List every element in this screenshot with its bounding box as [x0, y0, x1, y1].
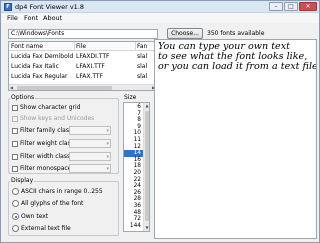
display-group-title: Display [10, 177, 35, 184]
size-list-scrollbar[interactable]: ▲ ▼ [143, 103, 149, 231]
size-list[interactable]: 6 7 8 9 10 11 12 14 16 18 20 22 24 26 28 36 48 72 144 ▲ ▼ [123, 102, 150, 232]
show-grid-checkbox[interactable] [12, 105, 18, 111]
menu-bar: File Font About [1, 13, 319, 23]
font-name-cell: Lucida Fax Regular [11, 73, 68, 80]
app-font-icon: F [4, 3, 12, 11]
menu-font[interactable]: Font [24, 14, 38, 22]
filter-family-label: Filter family class: [20, 127, 75, 134]
font-file-cell: LFAX.TTF [76, 73, 104, 80]
options-group-title: Options [10, 94, 36, 101]
show-keys-label: Show keys and Unicodes [20, 115, 95, 122]
chevron-down-icon: ▾ [106, 154, 109, 160]
radio-external-file-label: External text file [21, 225, 71, 232]
scroll-up-icon[interactable]: ▲ [144, 103, 149, 109]
filter-monospaced-select[interactable]: ▾ [69, 164, 111, 173]
font-list-row[interactable]: Lucida Fax Italic LFAXI.TTF slal [9, 62, 157, 71]
filter-weight-select[interactable]: ▾ [69, 139, 111, 148]
fonts-available-count: 350 fonts available [207, 30, 265, 37]
font-list[interactable]: Font name File Fan Lucida Fax Demibold..… [8, 41, 158, 91]
minimize-button[interactable]: – [269, 2, 283, 11]
font-file-cell: LFAXDI.TTF [76, 53, 110, 60]
window-title: dp4 Font Viewer v1.8 [15, 3, 85, 11]
app-window: F dp4 Font Viewer v1.8 – □ ✕ File Font A… [0, 0, 320, 243]
font-list-row[interactable]: Lucida Fax Regular LFAX.TTF slal [9, 72, 157, 81]
maximize-button[interactable]: □ [284, 2, 298, 11]
menu-file[interactable]: File [7, 14, 18, 22]
font-name-cell: Lucida Fax Demibold... [11, 53, 73, 60]
radio-own-text[interactable] [12, 213, 19, 220]
preview-line: or you can load it from a text file. [158, 61, 317, 72]
radio-ascii-chars-label: ASCII chars in range 0..255 [21, 188, 103, 195]
title-bar[interactable]: F dp4 Font Viewer v1.8 – □ ✕ [1, 1, 319, 13]
font-list-horizontal-scrollbar[interactable]: ◀ ▶ [9, 84, 157, 90]
scroll-down-icon[interactable]: ▼ [144, 225, 149, 231]
scrollbar-thumb[interactable] [145, 111, 149, 221]
column-font-name[interactable]: Font name [11, 42, 73, 51]
size-list-item[interactable]: 144 [124, 223, 143, 230]
column-divider[interactable] [74, 42, 75, 51]
menu-about[interactable]: About [43, 14, 62, 22]
radio-own-text-label: Own text [21, 213, 49, 220]
close-button[interactable]: ✕ [299, 2, 317, 11]
radio-all-glyphs[interactable] [12, 200, 19, 207]
filter-family-checkbox[interactable] [12, 128, 18, 134]
filter-width-label: Filter width class: [20, 153, 73, 160]
column-file[interactable]: File [76, 42, 134, 51]
choose-folder-button[interactable]: Choose... [167, 28, 203, 39]
chevron-down-icon: ▾ [106, 141, 109, 147]
filter-weight-label: Filter weight class: [20, 140, 76, 147]
scroll-left-icon[interactable]: ◀ [10, 85, 13, 90]
filter-monospaced-checkbox[interactable] [12, 166, 18, 172]
filter-weight-checkbox[interactable] [12, 141, 18, 147]
filter-width-checkbox[interactable] [12, 154, 18, 160]
show-keys-checkbox[interactable] [12, 116, 18, 122]
font-file-cell: LFAXI.TTF [76, 63, 105, 70]
font-list-header: Font name File Fan [9, 42, 157, 51]
radio-ascii-chars[interactable] [12, 188, 19, 195]
font-list-row[interactable]: Lucida Fax Demibold... LFAXDI.TTF slal [9, 52, 157, 61]
preview-text-area[interactable]: You can type your own text to see what t… [154, 39, 317, 239]
filter-family-select[interactable]: ▾ [69, 126, 111, 135]
radio-external-file[interactable] [12, 225, 19, 232]
size-list-title: Size [124, 94, 137, 101]
show-grid-label: Show character grid [20, 104, 81, 111]
chevron-down-icon: ▾ [106, 128, 109, 134]
chevron-down-icon: ▾ [106, 166, 109, 172]
column-divider[interactable] [135, 42, 136, 51]
scrollbar-thumb[interactable] [17, 86, 112, 90]
font-name-cell: Lucida Fax Italic [11, 63, 59, 70]
filter-width-select[interactable]: ▾ [69, 152, 111, 161]
folder-path-input[interactable]: C:\Windows\Fonts [8, 29, 158, 39]
radio-all-glyphs-label: All glyphs of the font [21, 200, 84, 207]
